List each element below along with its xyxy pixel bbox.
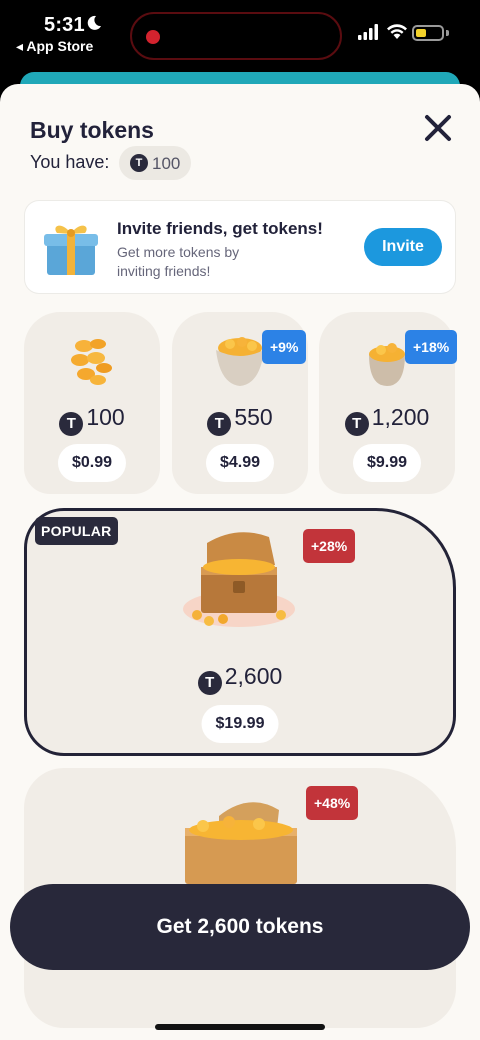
pack-amount: T 1,200 — [319, 404, 455, 436]
balance-label: You have: — [30, 152, 110, 172]
price-pill[interactable]: $9.99 — [352, 444, 422, 482]
invite-title: Invite friends, get tokens! — [117, 219, 323, 238]
invite-button[interactable]: Invite — [364, 228, 442, 266]
dynamic-island — [130, 12, 342, 60]
token-icon: T — [197, 671, 222, 695]
bonus-badge: +18% — [405, 330, 458, 364]
recording-indicator — [146, 30, 160, 44]
price-pill[interactable]: $19.99 — [201, 705, 279, 743]
moon-icon — [87, 15, 101, 30]
close-icon[interactable] — [422, 112, 454, 144]
pack-amount: T 100 — [24, 404, 160, 436]
balance-pill: T 100 — [119, 146, 191, 180]
bonus-badge: +9% — [262, 330, 307, 364]
get-tokens-button[interactable]: Get 2,600 tokens — [10, 884, 470, 970]
status-time: 5:31 — [44, 14, 85, 36]
bowl-coins-icon — [216, 337, 264, 386]
battery-icon — [412, 25, 444, 41]
pack-amount: T 2,600 — [27, 663, 453, 695]
token-pack-100[interactable]: T 100 $0.99 — [24, 312, 160, 494]
coins-icon — [71, 339, 112, 385]
gift-icon — [44, 225, 98, 275]
token-pack-550[interactable]: +9% T 550 $4.99 — [172, 312, 308, 494]
chest-icon — [183, 532, 295, 627]
invite-subtitle: Get more tokens by inviting friends! — [117, 244, 240, 279]
home-indicator — [155, 1024, 325, 1030]
pack-amount: T 550 — [172, 404, 308, 436]
price-pill[interactable]: $4.99 — [205, 444, 275, 482]
price-pill[interactable]: $0.99 — [57, 444, 127, 482]
bonus-badge: +28% — [303, 529, 356, 563]
page-title: Buy tokens — [30, 117, 154, 143]
token-icon: T — [344, 412, 369, 436]
token-icon: T — [130, 154, 148, 172]
balance-value: 100 — [152, 154, 181, 173]
buy-tokens-sheet: Buy tokens You have: T 100 Invite friend… — [0, 84, 480, 1040]
token-icon: T — [59, 412, 84, 436]
chest-icon — [185, 802, 297, 888]
invite-card: Invite friends, get tokens! Get more tok… — [25, 201, 455, 293]
token-icon: T — [207, 412, 232, 436]
token-pack-1200[interactable]: +18% T 1,200 $9.99 — [319, 312, 458, 494]
signal-icon — [358, 24, 378, 40]
wifi-icon — [387, 24, 407, 39]
status-bar: 5:31 ◂ App Store — [0, 0, 480, 72]
token-pack-2600-popular[interactable]: POPULAR +28% T 2,600 $19.99 — [24, 508, 456, 756]
bonus-badge: +48% — [306, 786, 359, 820]
back-to-app-store-link[interactable]: ◂ App Store — [16, 38, 93, 55]
popular-tag: POPULAR — [35, 517, 118, 545]
